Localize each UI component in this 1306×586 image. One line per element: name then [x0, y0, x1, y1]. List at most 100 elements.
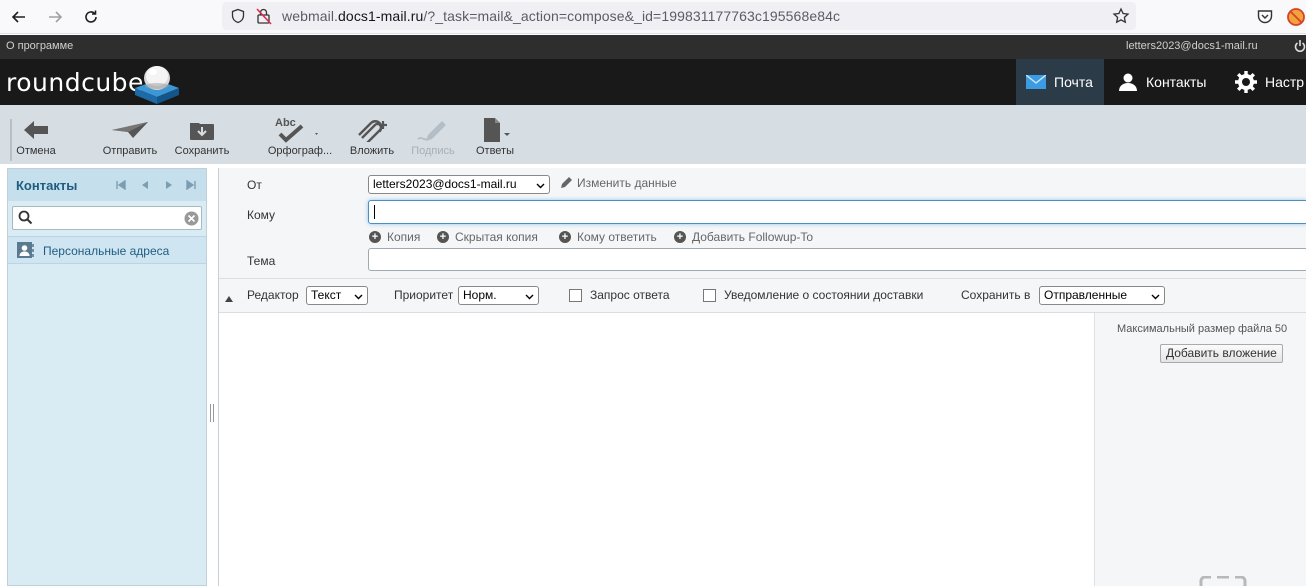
editor-label: Редактор [247, 288, 299, 302]
save-button[interactable]: Сохранить [168, 115, 236, 161]
app-header: roundcube Почта Контакты Настр [0, 59, 1306, 105]
spellcheck-label: Орфограф... [267, 145, 333, 157]
reload-icon[interactable] [80, 6, 102, 28]
priority-select[interactable]: Норм. [458, 286, 539, 305]
clear-search-icon[interactable] [184, 211, 199, 229]
compose-headers: От letters2023@docs1-mail.ru Изменить да… [219, 168, 1306, 278]
contacts-panel-title: Контакты [16, 178, 78, 193]
responses-button[interactable]: Ответы [468, 115, 522, 161]
chevron-down-icon [354, 290, 363, 304]
subject-label: Тема [247, 254, 276, 268]
add-followup-link[interactable]: + Добавить Followup-To [674, 230, 813, 244]
extension-icon[interactable] [1286, 7, 1306, 30]
attach-button[interactable]: Вложить [344, 115, 400, 161]
paper-plane-icon [96, 115, 164, 145]
insecure-lock-icon[interactable] [255, 7, 273, 28]
max-file-size-text: Максимальный размер файла 50 [1117, 323, 1288, 335]
add-cc-link[interactable]: + Копия [369, 230, 420, 244]
attach-label: Вложить [349, 145, 395, 157]
nav-settings[interactable]: Настр [1235, 59, 1304, 105]
back-arrow-icon[interactable] [8, 6, 30, 28]
save-in-label: Сохранить в [961, 288, 1031, 302]
dsn-label: Уведомление о состоянии доставки [724, 288, 924, 302]
next-page-icon[interactable] [164, 180, 174, 193]
document-icon [468, 115, 522, 145]
plus-circle-icon: + [437, 231, 449, 243]
svg-text:Abc: Abc [275, 117, 296, 129]
add-followup-label: Добавить Followup-To [692, 230, 814, 244]
panel-splitter-handle[interactable] [209, 404, 215, 422]
send-label: Отправить [102, 145, 158, 157]
text-caret [374, 205, 375, 219]
prev-page-icon[interactable] [140, 180, 150, 193]
plus-circle-icon: + [369, 231, 381, 243]
chevron-down-icon [536, 179, 545, 193]
contacts-search-input[interactable] [12, 206, 202, 230]
send-button[interactable]: Отправить [96, 115, 164, 161]
nav-contacts-label: Контакты [1146, 74, 1207, 90]
url-bar[interactable]: webmail.docs1-mail.ru/?_task=mail&_actio… [222, 2, 1136, 30]
from-select[interactable]: letters2023@docs1-mail.ru [368, 175, 550, 194]
to-input[interactable] [368, 200, 1306, 224]
attachments-pane: Максимальный размер файла 50 Добавить вл… [1094, 313, 1306, 586]
url-text: webmail.docs1-mail.ru/?_task=mail&_actio… [282, 8, 841, 24]
priority-label: Приоритет [394, 288, 454, 302]
current-user: letters2023@docs1-mail.ru [1126, 40, 1258, 52]
priority-value: Норм. [463, 288, 497, 302]
plus-circle-icon: + [559, 231, 571, 243]
person-icon [1118, 72, 1138, 92]
editor-value: Текст [311, 288, 342, 302]
nav-mail-label: Почта [1054, 74, 1093, 90]
nav-contacts[interactable]: Контакты [1118, 59, 1206, 105]
to-label: Кому [247, 208, 276, 222]
add-reply-to-label: Кому ответить [577, 230, 657, 244]
add-bcc-link[interactable]: + Скрытая копия [437, 230, 538, 244]
pocket-icon[interactable] [1256, 8, 1274, 29]
nav-mail[interactable]: Почта [1016, 59, 1104, 105]
from-label: От [247, 178, 262, 192]
drop-zone-icon [1199, 575, 1249, 586]
save-box-icon [168, 115, 236, 145]
collapse-triangle-icon[interactable] [225, 292, 233, 306]
signature-label: Подпись [411, 145, 455, 157]
back-arrow-icon [12, 115, 60, 145]
shield-icon[interactable] [230, 8, 246, 27]
gear-icon [1235, 71, 1257, 93]
forward-arrow-icon[interactable] [44, 6, 66, 28]
spellcheck-icon: Abc [262, 115, 338, 145]
add-reply-to-link[interactable]: + Кому ответить [559, 230, 657, 244]
add-bcc-label: Скрытая копия [455, 230, 538, 244]
signature-button[interactable]: Подпись [406, 115, 460, 161]
search-icon [18, 210, 33, 228]
mdn-checkbox[interactable] [569, 289, 582, 302]
first-page-icon[interactable] [116, 179, 126, 193]
contacts-panel: Контакты Персональные адреса [7, 168, 207, 586]
bookmark-star-icon[interactable] [1112, 7, 1130, 28]
last-page-icon[interactable] [186, 179, 196, 193]
save-label: Сохранить [174, 145, 230, 157]
about-link[interactable]: О программе [6, 40, 73, 52]
editor-select[interactable]: Текст [306, 286, 368, 305]
edit-identity-label: Изменить данные [577, 176, 677, 190]
contacts-panel-header: Контакты [8, 169, 206, 201]
logout-power-icon[interactable] [1294, 39, 1306, 56]
save-in-select[interactable]: Отправленные [1039, 286, 1165, 305]
signature-pen-icon [406, 115, 460, 145]
address-book-item[interactable]: Персональные адреса [8, 236, 206, 264]
logo-text: roundcube [6, 68, 144, 97]
plus-circle-icon: + [674, 231, 686, 243]
roundcube-logo-icon [132, 62, 182, 109]
dsn-checkbox[interactable] [703, 289, 716, 302]
compose-area: От letters2023@docs1-mail.ru Изменить да… [218, 168, 1306, 586]
message-body-editor[interactable] [219, 313, 1094, 586]
cancel-button[interactable]: Отмена [12, 115, 60, 161]
chevron-down-icon [1151, 290, 1160, 304]
spellcheck-button[interactable]: Abc Орфограф... [262, 115, 338, 161]
edit-identity-link[interactable]: Изменить данные [560, 176, 677, 192]
add-attachment-button[interactable]: Добавить вложение [1160, 344, 1283, 363]
top-info-bar: О программе letters2023@docs1-mail.ru [0, 35, 1306, 59]
envelope-icon [1026, 75, 1046, 89]
save-in-value: Отправленные [1044, 288, 1128, 302]
subject-input[interactable] [368, 248, 1306, 271]
add-cc-label: Копия [387, 230, 421, 244]
